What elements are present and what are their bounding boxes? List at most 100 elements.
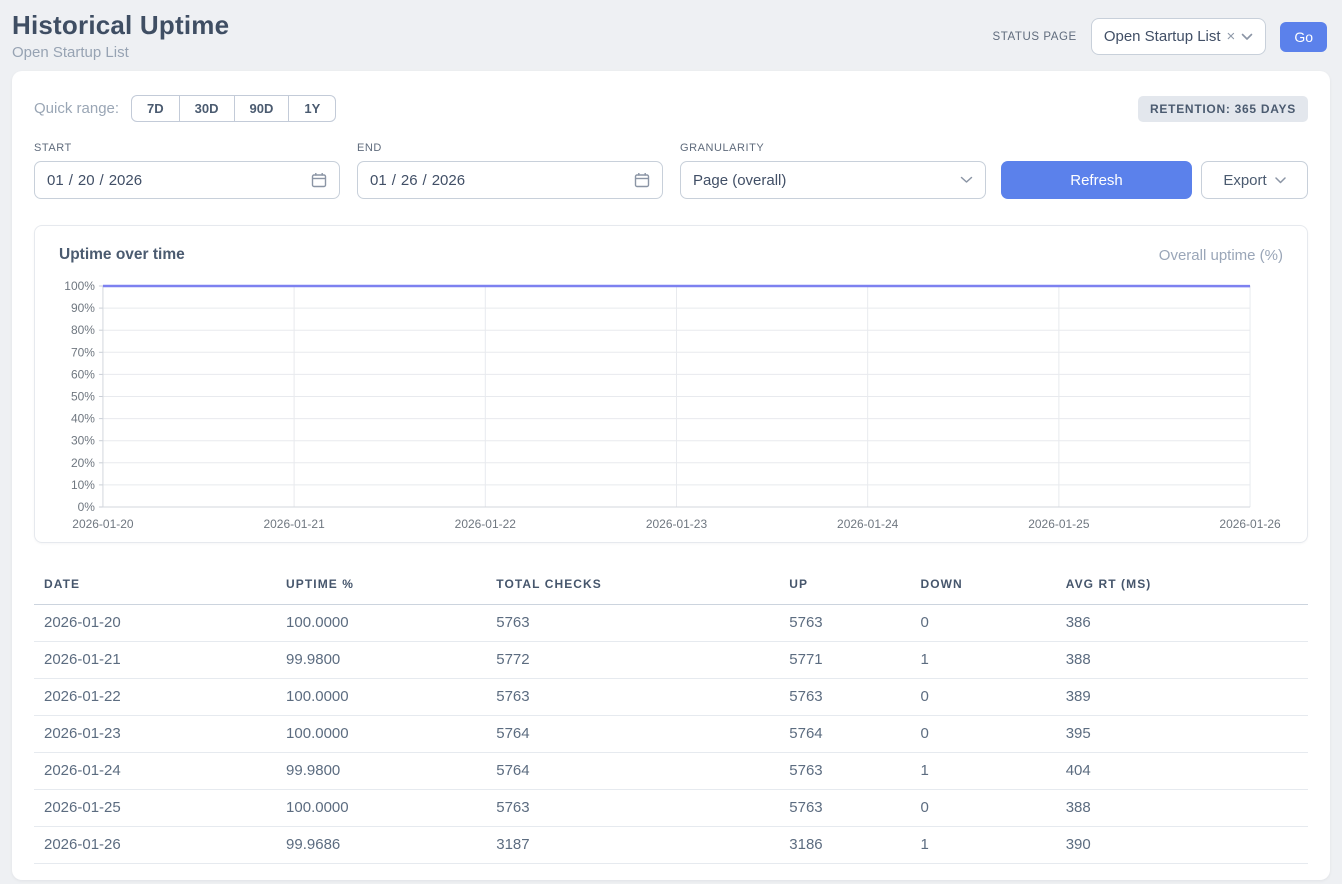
uptime-chart-card: Uptime over time Overall uptime (%) 0% 10…: [34, 225, 1308, 543]
page-header: Historical Uptime Open Startup List STAT…: [0, 0, 1342, 71]
svg-text:2026-01-23: 2026-01-23: [646, 517, 708, 531]
svg-text:80%: 80%: [71, 323, 95, 337]
table-cell: 2026-01-25: [34, 790, 276, 827]
table-cell: 1: [910, 642, 1055, 679]
table-cell: 388: [1056, 790, 1308, 827]
svg-text:30%: 30%: [71, 434, 95, 448]
table-cell: 404: [1056, 753, 1308, 790]
svg-text:10%: 10%: [71, 478, 95, 492]
start-date-field: START 01/20/2026: [34, 142, 340, 199]
header-controls: STATUS PAGE Open Startup List × Go: [993, 18, 1327, 55]
table-row: 2026-01-2699.9686318731861390: [34, 827, 1308, 864]
svg-text:70%: 70%: [71, 345, 95, 359]
page-title: Historical Uptime: [12, 10, 229, 41]
table-cell: 5763: [486, 605, 779, 642]
table-row: 2026-01-20100.0000576357630386: [34, 605, 1308, 642]
table-cell: 5771: [779, 642, 910, 679]
uptime-table-body: 2026-01-20100.00005763576303862026-01-21…: [34, 605, 1308, 864]
table-cell: 0: [910, 605, 1055, 642]
svg-text:2026-01-21: 2026-01-21: [263, 517, 325, 531]
end-date-field: END 01/26/2026: [357, 142, 663, 199]
column-header-date: DATE: [34, 569, 276, 605]
table-cell: 2026-01-24: [34, 753, 276, 790]
table-cell: 100.0000: [276, 790, 486, 827]
chart-legend: Overall uptime (%): [1159, 247, 1283, 264]
title-block: Historical Uptime Open Startup List: [12, 10, 229, 61]
quick-range-buttons: 7D 30D 90D 1Y: [131, 95, 336, 122]
start-label: START: [34, 142, 340, 154]
table-cell: 386: [1056, 605, 1308, 642]
table-cell: 2026-01-23: [34, 716, 276, 753]
table-cell: 389: [1056, 679, 1308, 716]
table-header-row: DATE UPTIME % TOTAL CHECKS UP DOWN AVG R…: [34, 569, 1308, 605]
quick-range-90d-button[interactable]: 90D: [234, 95, 290, 122]
table-row: 2026-01-2499.9800576457631404: [34, 753, 1308, 790]
calendar-icon[interactable]: [311, 172, 327, 188]
table-cell: 1: [910, 827, 1055, 864]
go-button[interactable]: Go: [1280, 22, 1327, 52]
granularity-value: Page (overall): [693, 172, 786, 189]
retention-badge: RETENTION: 365 DAYS: [1138, 96, 1308, 122]
table-cell: 100.0000: [276, 605, 486, 642]
table-row: 2026-01-22100.0000576357630389: [34, 679, 1308, 716]
uptime-chart: 0%10%20%30%40%50%60%70%80%90%100%2026-01…: [55, 276, 1287, 534]
table-row: 2026-01-25100.0000576357630388: [34, 790, 1308, 827]
svg-text:0%: 0%: [78, 500, 96, 514]
table-cell: 5772: [486, 642, 779, 679]
svg-text:100%: 100%: [64, 279, 95, 293]
svg-text:40%: 40%: [71, 412, 95, 426]
svg-text:20%: 20%: [71, 456, 95, 470]
end-label: END: [357, 142, 663, 154]
granularity-select[interactable]: Page (overall): [680, 161, 986, 199]
table-cell: 5763: [486, 790, 779, 827]
quick-range-7d-button[interactable]: 7D: [131, 95, 180, 122]
svg-text:2026-01-22: 2026-01-22: [455, 517, 517, 531]
end-date-value: 01/26/2026: [370, 172, 465, 189]
chevron-down-icon: [960, 176, 973, 184]
column-header-down: DOWN: [910, 569, 1055, 605]
table-cell: 0: [910, 716, 1055, 753]
uptime-table: DATE UPTIME % TOTAL CHECKS UP DOWN AVG R…: [34, 569, 1308, 864]
controls-row: START 01/20/2026 END 01/26/2026: [34, 142, 1308, 199]
page-subtitle: Open Startup List: [12, 44, 229, 61]
status-page-value: Open Startup List: [1104, 28, 1221, 45]
svg-text:2026-01-25: 2026-01-25: [1028, 517, 1090, 531]
granularity-field: GRANULARITY Page (overall): [680, 142, 986, 199]
chart-title: Uptime over time: [59, 246, 185, 264]
quick-range-label: Quick range:: [34, 100, 119, 117]
quick-range-1y-button[interactable]: 1Y: [288, 95, 336, 122]
status-page-label: STATUS PAGE: [993, 31, 1077, 43]
svg-text:60%: 60%: [71, 367, 95, 381]
quick-range-30d-button[interactable]: 30D: [179, 95, 235, 122]
refresh-button[interactable]: Refresh: [1001, 161, 1192, 199]
svg-text:2026-01-24: 2026-01-24: [837, 517, 899, 531]
chart-header: Uptime over time Overall uptime (%): [59, 246, 1283, 264]
table-cell: 395: [1056, 716, 1308, 753]
table-cell: 2026-01-20: [34, 605, 276, 642]
table-row: 2026-01-2199.9800577257711388: [34, 642, 1308, 679]
table-cell: 5763: [779, 679, 910, 716]
end-date-input[interactable]: 01/26/2026: [357, 161, 663, 199]
table-cell: 99.9686: [276, 827, 486, 864]
table-cell: 5764: [779, 716, 910, 753]
column-header-total-checks: TOTAL CHECKS: [486, 569, 779, 605]
table-cell: 100.0000: [276, 679, 486, 716]
table-cell: 5763: [779, 605, 910, 642]
calendar-icon[interactable]: [634, 172, 650, 188]
table-cell: 0: [910, 790, 1055, 827]
table-row: 2026-01-23100.0000576457640395: [34, 716, 1308, 753]
status-page-select[interactable]: Open Startup List ×: [1091, 18, 1267, 55]
table-cell: 5763: [486, 679, 779, 716]
svg-text:2026-01-20: 2026-01-20: [72, 517, 134, 531]
table-cell: 2026-01-22: [34, 679, 276, 716]
table-cell: 99.9800: [276, 753, 486, 790]
table-cell: 5764: [486, 753, 779, 790]
start-date-input[interactable]: 01/20/2026: [34, 161, 340, 199]
table-cell: 388: [1056, 642, 1308, 679]
clear-icon[interactable]: ×: [1227, 29, 1236, 44]
export-button[interactable]: Export: [1201, 161, 1308, 199]
table-cell: 3186: [779, 827, 910, 864]
table-cell: 100.0000: [276, 716, 486, 753]
start-date-value: 01/20/2026: [47, 172, 142, 189]
chevron-down-icon: [1241, 33, 1253, 41]
